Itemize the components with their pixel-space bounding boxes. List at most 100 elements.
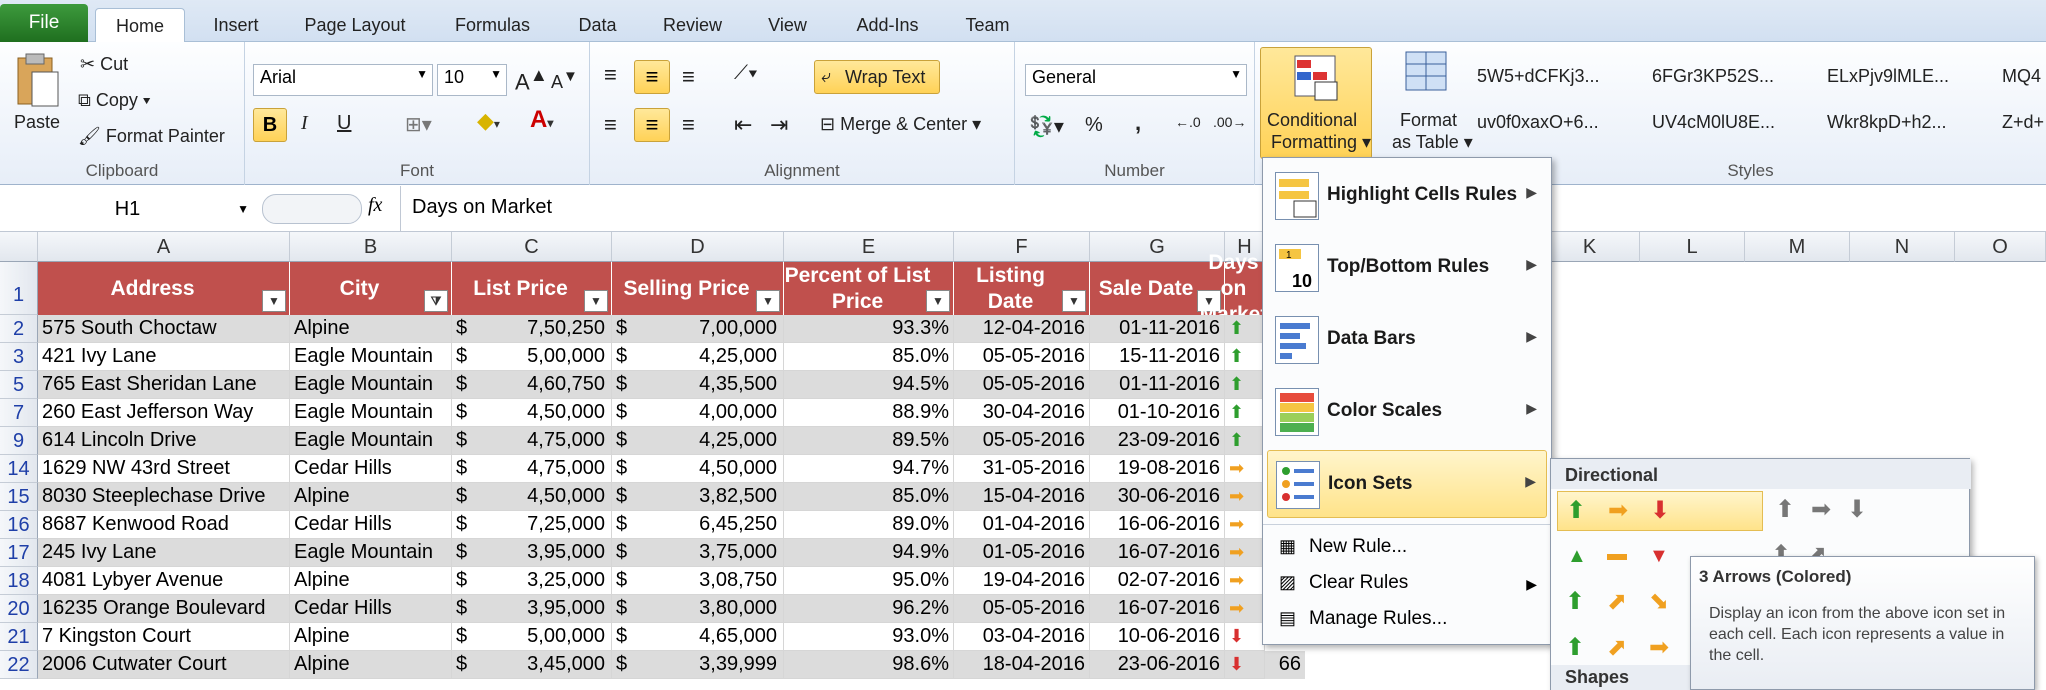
cell-listing-date[interactable]: 30-04-2016: [954, 399, 1090, 427]
row-header[interactable]: 15: [0, 483, 38, 511]
cell-days-on-market[interactable]: ➡: [1225, 567, 1265, 595]
cell-list-price[interactable]: $3,95,000: [452, 539, 612, 567]
cell-list-price[interactable]: $5,00,000: [452, 343, 612, 371]
cell-listing-date[interactable]: 05-05-2016: [954, 343, 1090, 371]
row-header[interactable]: 16: [0, 511, 38, 539]
cell-sale-date[interactable]: 01-11-2016: [1090, 371, 1225, 399]
cell-days-on-market[interactable]: ⬆: [1225, 315, 1265, 343]
cell-sale-date[interactable]: 01-11-2016: [1090, 315, 1225, 343]
select-all-corner[interactable]: [0, 232, 38, 262]
cell-address[interactable]: 8030 Steeplechase Drive: [38, 483, 290, 511]
cell-address[interactable]: 1629 NW 43rd Street: [38, 455, 290, 483]
column-header[interactable]: N: [1850, 232, 1955, 262]
icon-set-3-arrows-colored[interactable]: ⬆ ➡ ⬇: [1557, 491, 1763, 531]
cell-selling-price[interactable]: $4,25,000: [612, 343, 784, 371]
shrink-font-icon[interactable]: A▼: [551, 68, 578, 93]
align-right-icon[interactable]: ≡: [682, 112, 695, 138]
cell-city[interactable]: Alpine: [290, 651, 452, 679]
cell-list-price[interactable]: $5,00,000: [452, 623, 612, 651]
cell-city[interactable]: Eagle Mountain: [290, 399, 452, 427]
filter-dropdown-icon[interactable]: ▼: [926, 290, 950, 312]
cell-sale-date[interactable]: 02-07-2016: [1090, 567, 1225, 595]
tab-add-ins[interactable]: Add-Ins: [840, 8, 935, 42]
cell-sale-date[interactable]: 01-10-2016: [1090, 399, 1225, 427]
cell-days-on-market[interactable]: ➡: [1225, 595, 1265, 623]
decrease-indent-icon[interactable]: ⇤: [734, 112, 752, 138]
copy-button[interactable]: ⧉ Copy ▾: [78, 90, 150, 111]
cell-address[interactable]: 4081 Lybyer Avenue: [38, 567, 290, 595]
cell-selling-price[interactable]: $4,65,000: [612, 623, 784, 651]
cell-listing-date[interactable]: 05-05-2016: [954, 595, 1090, 623]
row-header[interactable]: 9: [0, 427, 38, 455]
orientation-icon[interactable]: ⟋▾: [734, 62, 758, 85]
cell-days-on-market[interactable]: ⬆: [1225, 371, 1265, 399]
cell-sale-date[interactable]: 19-08-2016: [1090, 455, 1225, 483]
cell-selling-price[interactable]: $3,82,500: [612, 483, 784, 511]
cell-percent[interactable]: 95.0%: [784, 567, 954, 595]
cell-style-5[interactable]: uv0f0xaxO+6...: [1477, 112, 1599, 133]
tab-review[interactable]: Review: [650, 8, 735, 42]
wrap-text-button[interactable]: ⤶ Wrap Text: [814, 60, 940, 94]
cell-selling-price[interactable]: $4,35,500: [612, 371, 784, 399]
cell-selling-price[interactable]: $6,45,250: [612, 511, 784, 539]
menu-clear-rules[interactable]: ▨ Clear Rules ▶: [1267, 566, 1547, 600]
cell-list-price[interactable]: $3,95,000: [452, 595, 612, 623]
cell-selling-price[interactable]: $3,08,750: [612, 567, 784, 595]
cell-city[interactable]: Alpine: [290, 623, 452, 651]
cell-days-on-market[interactable]: ⬆: [1225, 427, 1265, 455]
row-header[interactable]: 14: [0, 455, 38, 483]
column-header[interactable]: O: [1955, 232, 2046, 262]
cell-city[interactable]: Alpine: [290, 567, 452, 595]
cell-city[interactable]: Alpine: [290, 483, 452, 511]
cell-listing-date[interactable]: 05-05-2016: [954, 371, 1090, 399]
bold-button[interactable]: B: [253, 108, 287, 142]
cell-address[interactable]: 16235 Orange Boulevard: [38, 595, 290, 623]
cell-selling-price[interactable]: $4,50,000: [612, 455, 784, 483]
column-header[interactable]: E: [784, 232, 954, 262]
menu-top-bottom-rules[interactable]: 1 10 Top/Bottom Rules ▶: [1267, 234, 1547, 302]
cell-selling-price[interactable]: $7,00,000: [612, 315, 784, 343]
cell-days-on-market[interactable]: ➡: [1225, 455, 1265, 483]
cell-list-price[interactable]: $3,25,000: [452, 567, 612, 595]
cell-address[interactable]: 614 Lincoln Drive: [38, 427, 290, 455]
paste-button[interactable]: Paste: [14, 112, 60, 133]
cell-days-on-market[interactable]: ⬇: [1225, 623, 1265, 651]
font-name-box[interactable]: Arial ▼: [253, 64, 433, 96]
menu-highlight-cells-rules[interactable]: Highlight Cells Rules ▶: [1267, 162, 1547, 230]
row-header[interactable]: 5: [0, 371, 38, 399]
percent-button[interactable]: %: [1085, 114, 1103, 137]
cell-days-on-market[interactable]: ➡: [1225, 511, 1265, 539]
cell-days-on-market[interactable]: ⬆: [1225, 399, 1265, 427]
tab-page-layout[interactable]: Page Layout: [290, 8, 420, 42]
cell-sale-date[interactable]: 16-06-2016: [1090, 511, 1225, 539]
column-header[interactable]: B: [290, 232, 452, 262]
filter-dropdown-icon[interactable]: ▼: [1062, 290, 1086, 312]
tab-formulas[interactable]: Formulas: [440, 8, 545, 42]
cell-listing-date[interactable]: 01-04-2016: [954, 511, 1090, 539]
decrease-decimal-icon[interactable]: .00→: [1213, 114, 1246, 130]
column-header[interactable]: D: [612, 232, 784, 262]
column-header[interactable]: A: [38, 232, 290, 262]
cell-percent[interactable]: 89.0%: [784, 511, 954, 539]
cell-list-price[interactable]: $4,75,000: [452, 455, 612, 483]
cell-listing-date[interactable]: 19-04-2016: [954, 567, 1090, 595]
cell-selling-price[interactable]: $3,75,000: [612, 539, 784, 567]
cell-percent[interactable]: 98.6%: [784, 651, 954, 679]
cell-sale-date[interactable]: 16-07-2016: [1090, 595, 1225, 623]
tab-insert[interactable]: Insert: [200, 8, 272, 42]
cell-listing-date[interactable]: 18-04-2016: [954, 651, 1090, 679]
cell-address[interactable]: 575 South Choctaw: [38, 315, 290, 343]
column-header[interactable]: F: [954, 232, 1090, 262]
cell-city[interactable]: Cedar Hills: [290, 455, 452, 483]
row-header[interactable]: 3: [0, 343, 38, 371]
cell-style-1[interactable]: 5W5+dCFKj3...: [1477, 66, 1600, 87]
cell-city[interactable]: Eagle Mountain: [290, 343, 452, 371]
cell-listing-date[interactable]: 03-04-2016: [954, 623, 1090, 651]
cell-days-value[interactable]: 66: [1265, 651, 1305, 679]
cell-days-on-market[interactable]: ➡: [1225, 539, 1265, 567]
cell-style-8[interactable]: Z+d+: [2002, 112, 2044, 133]
name-box[interactable]: H1 ▼: [0, 194, 255, 224]
cell-address[interactable]: 260 East Jefferson Way: [38, 399, 290, 427]
cell-days-on-market[interactable]: ➡: [1225, 483, 1265, 511]
cell-address[interactable]: 421 Ivy Lane: [38, 343, 290, 371]
